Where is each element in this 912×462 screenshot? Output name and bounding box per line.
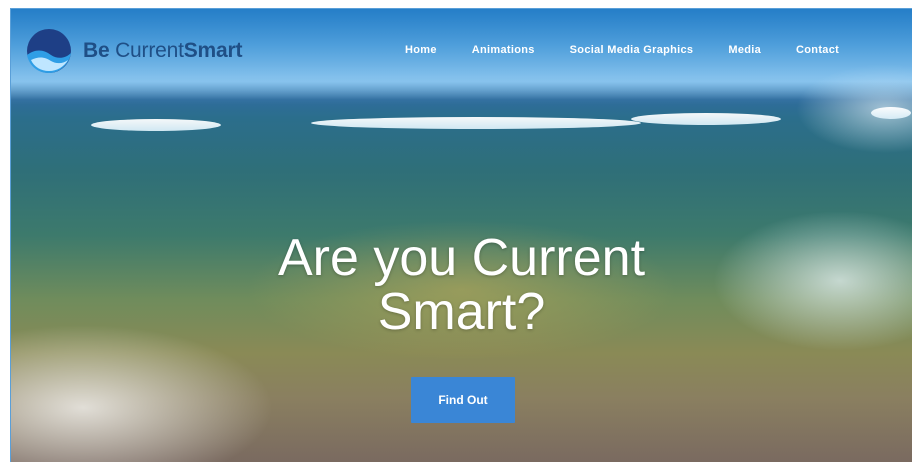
wave-crest xyxy=(311,117,641,129)
nav-link-social-media-graphics[interactable]: Social Media Graphics xyxy=(570,44,694,56)
wave-crest xyxy=(871,107,911,119)
wave-crest xyxy=(91,119,221,131)
wave-crest xyxy=(631,113,781,125)
main-navigation: Home Animations Social Media Graphics Me… xyxy=(405,44,839,56)
hero-headline: Are you Current Smart? xyxy=(11,231,912,339)
nav-link-home[interactable]: Home xyxy=(405,44,437,56)
wave-globe-icon xyxy=(27,29,71,73)
browser-viewport: Be CurrentSmart Home Animations Social M… xyxy=(10,8,912,462)
hero-headline-line2: Smart? xyxy=(377,283,546,341)
brand-name: Be CurrentSmart xyxy=(83,39,242,63)
brand-name-smart: Smart xyxy=(183,39,243,62)
nav-link-contact[interactable]: Contact xyxy=(796,44,839,56)
brand-name-current: Current xyxy=(115,39,184,62)
brand-logo[interactable]: Be CurrentSmart xyxy=(25,27,242,75)
brand-name-be: Be xyxy=(83,39,110,62)
find-out-button[interactable]: Find Out xyxy=(411,377,515,423)
site-header: Be CurrentSmart Home Animations Social M… xyxy=(11,9,912,105)
nav-link-media[interactable]: Media xyxy=(728,44,761,56)
nav-link-animations[interactable]: Animations xyxy=(472,44,535,56)
hero-headline-line1: Are you Current xyxy=(277,229,646,287)
